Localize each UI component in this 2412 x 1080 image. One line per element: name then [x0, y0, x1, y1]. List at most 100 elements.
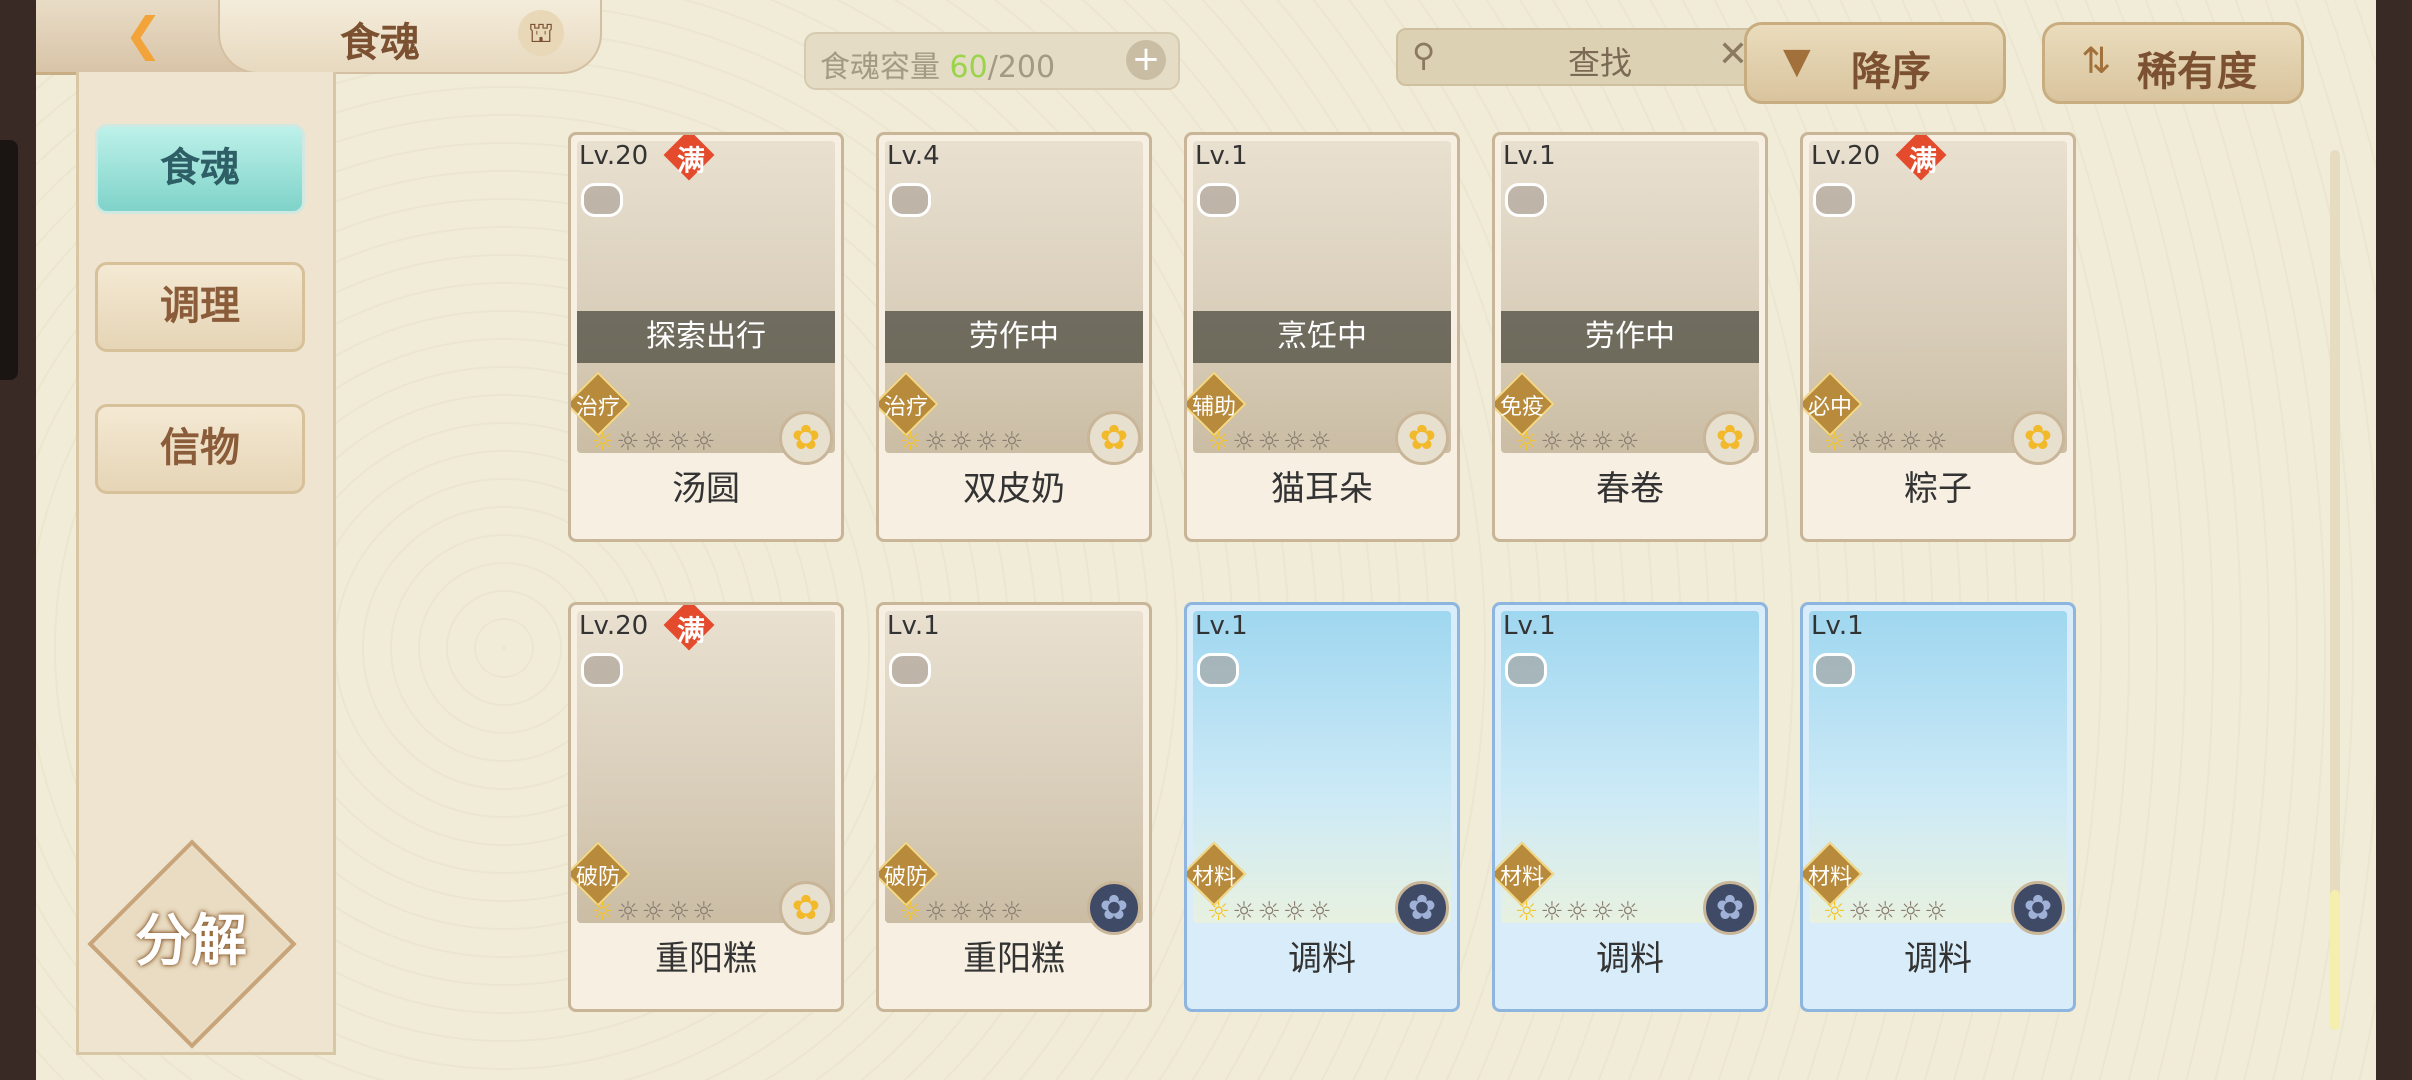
role-label: 免疫 — [1499, 395, 1544, 420]
star-icon: ☼ — [924, 897, 950, 927]
page-title-tab: 食魂 ⛫ — [218, 0, 602, 74]
food-soul-card[interactable]: Lv.1 材料 ☼☼☼☼☼ ✿ 调料 — [1184, 602, 1460, 1012]
tab-food-soul[interactable]: 食魂 — [95, 124, 305, 214]
lock-icon[interactable] — [889, 653, 931, 687]
star-rating: ☼☼☼☼☼ — [591, 897, 718, 927]
star-rating: ☼☼☼☼☼ — [1207, 427, 1334, 457]
role-badge: 材料 — [1803, 841, 1863, 907]
star-icon: ☼ — [1282, 897, 1309, 927]
card-name: 重阳糕 — [655, 939, 757, 979]
lock-icon[interactable] — [1813, 653, 1855, 687]
scrollbar-thumb[interactable] — [2330, 890, 2340, 1030]
role-badge: 必中 — [1803, 371, 1863, 437]
flower-emblem-icon: ✿ — [779, 411, 833, 465]
role-label: 破防 — [575, 865, 620, 890]
flower-emblem-icon: ✿ — [1087, 881, 1141, 935]
capacity-display: 食魂容量 60/200 + — [804, 32, 1180, 90]
star-icon: ☼ — [974, 897, 1001, 927]
swap-arrows-icon: ⇅ — [2081, 41, 2112, 82]
star-icon: ☼ — [1232, 427, 1258, 457]
flower-emblem-icon: ✿ — [1395, 411, 1449, 465]
tab-token[interactable]: 信物 — [95, 404, 305, 494]
lock-icon[interactable] — [1197, 653, 1239, 687]
star-icon: ☼ — [1257, 427, 1283, 457]
role-label: 必中 — [1807, 395, 1852, 420]
card-name: 调料 — [1596, 939, 1664, 979]
food-soul-card[interactable]: Lv.1 劳作中 免疫 ☼☼☼☼☼ ✿ 春卷 — [1492, 132, 1768, 542]
tab-label: 信物 — [160, 424, 240, 471]
role-badge: 破防 — [571, 841, 631, 907]
lock-icon[interactable] — [889, 183, 931, 217]
role-badge: 破防 — [879, 841, 939, 907]
star-icon: ☼ — [692, 427, 718, 457]
search-box[interactable]: ⚲ 查找 ✕ — [1396, 28, 1764, 86]
status-label: 探索出行 — [577, 311, 835, 363]
lock-icon[interactable] — [1505, 653, 1547, 687]
star-icon: ☼ — [1616, 427, 1642, 457]
role-label: 材料 — [1191, 865, 1236, 890]
food-soul-card[interactable]: Lv.4 劳作中 治疗 ☼☼☼☼☼ ✿ 双皮奶 — [876, 132, 1152, 542]
star-icon: ☼ — [1282, 427, 1309, 457]
lock-icon[interactable] — [581, 653, 623, 687]
star-icon: ☼ — [1000, 427, 1026, 457]
star-icon: ☼ — [1540, 427, 1566, 457]
star-icon: ☼ — [1873, 897, 1899, 927]
star-icon: ☼ — [1848, 427, 1874, 457]
star-icon: ☼ — [1848, 897, 1874, 927]
tab-conditioning[interactable]: 调理 — [95, 262, 305, 352]
lock-icon[interactable] — [1197, 183, 1239, 217]
pagoda-icon[interactable]: ⛫ — [518, 10, 564, 56]
star-icon: ☼ — [949, 897, 975, 927]
top-bar: ❮ 食魂 ⛫ 食魂容量 60/200 + ⚲ 查找 ✕ ▼ 降序 ⇅ 稀有度 — [36, 0, 2376, 104]
card-name: 双皮奶 — [963, 469, 1065, 509]
star-icon: ☼ — [641, 427, 667, 457]
sort-order-button[interactable]: ▼ 降序 — [1744, 22, 2006, 104]
star-icon: ☼ — [1898, 427, 1925, 457]
sort-order-label: 降序 — [1851, 48, 1931, 95]
lock-icon[interactable] — [1813, 183, 1855, 217]
search-input[interactable]: 查找 — [1568, 38, 1632, 84]
status-label: 劳作中 — [1501, 311, 1759, 363]
flower-emblem-icon: ✿ — [1703, 411, 1757, 465]
food-soul-card[interactable]: Lv.1 材料 ☼☼☼☼☼ ✿ 调料 — [1492, 602, 1768, 1012]
role-label: 治疗 — [575, 395, 620, 420]
star-icon: ☼ — [1257, 897, 1283, 927]
lock-icon[interactable] — [581, 183, 623, 217]
capacity-label: 食魂容量 60/200 — [820, 50, 1056, 85]
capacity-total: /200 — [987, 50, 1056, 85]
star-icon: ☼ — [1590, 897, 1617, 927]
flower-emblem-icon: ✿ — [779, 881, 833, 935]
role-label: 破防 — [883, 865, 928, 890]
star-icon: ☼ — [1565, 427, 1591, 457]
star-rating: ☼☼☼☼☼ — [591, 427, 718, 457]
star-icon: ☼ — [1207, 427, 1233, 457]
star-rating: ☼☼☼☼☼ — [1515, 427, 1642, 457]
star-icon: ☼ — [924, 427, 950, 457]
food-soul-card[interactable]: Lv.1 材料 ☼☼☼☼☼ ✿ 调料 — [1800, 602, 2076, 1012]
star-icon: ☼ — [899, 897, 925, 927]
food-soul-card[interactable]: Lv.1 烹饪中 辅助 ☼☼☼☼☼ ✿ 猫耳朵 — [1184, 132, 1460, 542]
role-label: 材料 — [1499, 865, 1544, 890]
food-soul-card[interactable]: Lv.20 满探索出行 治疗 ☼☼☼☼☼ ✿ 汤圆 — [568, 132, 844, 542]
tab-label: 食魂 — [160, 144, 240, 191]
decompose-label: 分解 — [135, 908, 247, 974]
food-soul-card[interactable]: Lv.20 满必中 ☼☼☼☼☼ ✿ 粽子 — [1800, 132, 2076, 542]
page-title: 食魂 — [340, 19, 420, 66]
food-soul-card[interactable]: Lv.1 破防 ☼☼☼☼☼ ✿ 重阳糕 — [876, 602, 1152, 1012]
max-badge-label: 满 — [676, 144, 705, 177]
capacity-add-button[interactable]: + — [1126, 40, 1166, 80]
card-name: 猫耳朵 — [1271, 469, 1373, 509]
food-soul-card[interactable]: Lv.20 满破防 ☼☼☼☼☼ ✿ 重阳糕 — [568, 602, 844, 1012]
star-rating: ☼☼☼☼☼ — [1823, 427, 1950, 457]
role-badge: 材料 — [1187, 841, 1247, 907]
flower-emblem-icon: ✿ — [1703, 881, 1757, 935]
max-badge-label: 满 — [676, 614, 705, 647]
level-label: Lv.4 — [887, 141, 940, 171]
status-label: 劳作中 — [885, 311, 1143, 363]
level-label: Lv.1 — [1195, 141, 1248, 171]
card-name: 重阳糕 — [963, 939, 1065, 979]
sort-key-button[interactable]: ⇅ 稀有度 — [2042, 22, 2304, 104]
star-icon: ☼ — [1565, 897, 1591, 927]
lock-icon[interactable] — [1505, 183, 1547, 217]
star-icon: ☼ — [1924, 897, 1950, 927]
